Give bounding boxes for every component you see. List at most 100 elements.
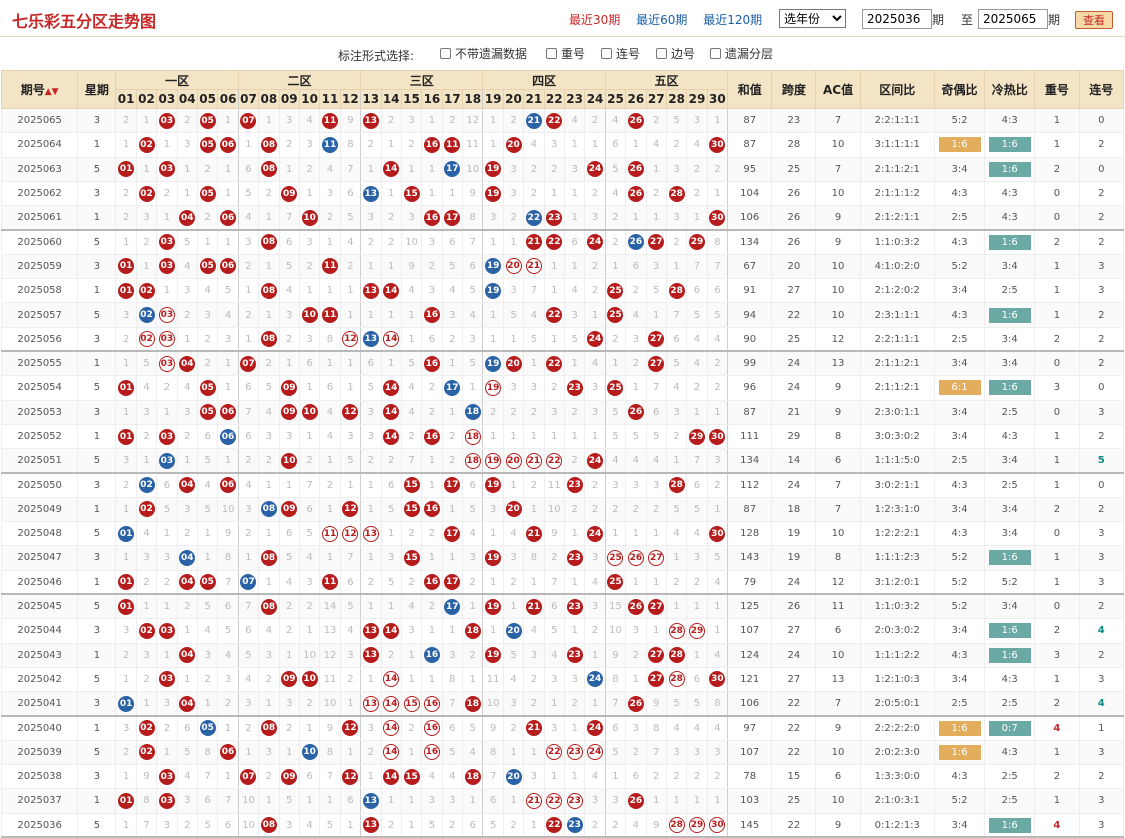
number-ball: 03 <box>158 622 175 639</box>
repeat-cell: 0 <box>1034 521 1080 547</box>
number-ball: 06 <box>220 477 237 494</box>
number-ball: 08 <box>260 817 277 833</box>
miss-cell: 4 <box>584 350 606 377</box>
table-row: 2025039 5 2 02 1 5 8 06 1 3 1 10 8 1 2 14 1 16 5 4 8 1 1 22 23 24… <box>0 739 1124 766</box>
number-ball: 13 <box>362 185 379 202</box>
hit-cell: 19 <box>482 156 504 182</box>
option-consecutive[interactable]: 连号 <box>601 45 640 62</box>
option-no-miss[interactable]: 不带遗漏数据 <box>440 45 527 62</box>
ring-ball: 02 <box>138 331 155 348</box>
miss-cell: 4 <box>258 618 280 644</box>
sort-icon[interactable]: ▲▼ <box>45 87 59 97</box>
sum-cell: 87 <box>727 107 773 134</box>
number-ball: 01 <box>118 792 135 809</box>
miss-cell: 5 <box>523 326 545 353</box>
miss-cell: 6 <box>543 593 565 620</box>
range-from-input[interactable] <box>862 9 932 29</box>
miss-cell: 10 <box>604 618 627 644</box>
miss-cell: 1 <box>461 788 484 814</box>
consecutive-cell: 3 <box>1078 399 1124 425</box>
hit-cell: 16 <box>421 496 443 523</box>
miss-cell: 3 <box>217 326 239 353</box>
miss-cell: 5 <box>502 642 525 668</box>
miss-cell: 2 <box>604 496 627 523</box>
col-issue[interactable]: 期号▲▼ <box>0 70 79 109</box>
miss-cell: 3 <box>115 302 137 328</box>
number-ball: 27 <box>648 331 665 348</box>
sum-cell: 96 <box>727 375 773 401</box>
hotcold-cell: 3:4 <box>984 521 1036 547</box>
checkbox-icon[interactable] <box>710 48 721 59</box>
span-cell: 24 <box>771 472 817 498</box>
number-ball: 05 <box>199 258 216 275</box>
miss-cell: 1 <box>706 593 729 620</box>
number-header: 17 <box>441 89 464 109</box>
hit-cell: 14 <box>380 691 402 717</box>
col-span: 跨度 <box>771 70 817 109</box>
table-row: 2025038 3 1 9 03 4 7 1 07 2 09 6 7 12 1 14 15 4 4 18 7 20 3 1 1 4… <box>0 764 1124 790</box>
miss-cell: 6 <box>339 180 362 207</box>
miss-cell: 3 <box>298 326 321 353</box>
miss-cell: 7 <box>217 569 239 596</box>
sum-cell: 145 <box>727 812 773 838</box>
hit-cell: 06 <box>217 399 239 425</box>
miss-cell: 1 <box>278 156 300 182</box>
miss-cell: 7 <box>298 472 321 498</box>
hit-cell: 30 <box>706 521 729 547</box>
number-ball: 03 <box>158 671 175 688</box>
miss-cell: 1 <box>298 180 321 207</box>
miss-cell: 8 <box>706 229 729 255</box>
number-ball: 23 <box>566 647 583 664</box>
number-ball: 21 <box>525 720 542 737</box>
link-recent-30[interactable]: 最近30期 <box>569 13 620 27</box>
sum-cell: 106 <box>727 205 773 231</box>
hit-cell: 08 <box>258 715 280 741</box>
checkbox-icon[interactable] <box>656 48 667 59</box>
miss-cell: 1 <box>686 642 708 668</box>
miss-cell: 10 <box>237 812 260 838</box>
table-row: 2025058 1 01 02 1 3 4 5 1 08 4 1 1 1 13 14 4 3 4 5 19 3 7 1 4 2 25… <box>0 278 1124 304</box>
hit-cell: 16 <box>421 642 443 668</box>
number-ball: 24 <box>587 161 604 178</box>
hotcold-cell: 1:6 <box>984 618 1036 644</box>
miss-cell: 1 <box>421 618 443 644</box>
ring-ball: 23 <box>566 792 583 809</box>
checkbox-icon[interactable] <box>601 48 612 59</box>
option-edge[interactable]: 边号 <box>656 45 695 62</box>
miss-cell: 5 <box>686 691 708 717</box>
number-ball: 01 <box>118 258 135 275</box>
miss-cell: 2 <box>625 278 647 304</box>
ac-cell: 8 <box>815 545 861 571</box>
miss-cell: 9 <box>319 715 341 741</box>
option-miss-layer[interactable]: 遗漏分层 <box>710 45 773 62</box>
hit-cell: 20 <box>502 253 525 280</box>
consecutive-cell: 3 <box>1078 545 1124 571</box>
miss-cell: 3 <box>686 739 708 766</box>
year-select[interactable]: 选年份 <box>779 9 846 28</box>
range-from-unit: 期 <box>932 13 945 27</box>
miss-cell: 4 <box>686 326 708 353</box>
checkbox-icon[interactable] <box>546 48 557 59</box>
ac-cell: 7 <box>815 691 861 717</box>
number-ball: 11 <box>321 258 338 275</box>
ring-ball: 19 <box>485 452 502 469</box>
ring-ball: 19 <box>485 379 502 396</box>
miss-cell: 1 <box>502 788 525 814</box>
ring-ball: 30 <box>709 817 726 833</box>
number-ball: 12 <box>342 720 359 737</box>
link-recent-60[interactable]: 最近60期 <box>636 13 687 27</box>
query-button[interactable]: 查看 <box>1075 11 1113 29</box>
miss-cell: 2 <box>258 764 280 790</box>
hit-cell: 14 <box>380 326 402 353</box>
hit-cell: 26 <box>625 180 647 207</box>
link-recent-120[interactable]: 最近120期 <box>703 13 762 27</box>
miss-cell: 3 <box>543 666 565 693</box>
miss-cell: 5 <box>176 739 198 766</box>
range-to-input[interactable] <box>978 9 1048 29</box>
miss-cell: 1 <box>563 350 586 377</box>
checkbox-icon[interactable] <box>440 48 451 59</box>
option-repeat[interactable]: 重号 <box>546 45 585 62</box>
sum-cell: 87 <box>727 496 773 523</box>
miss-cell: 2 <box>237 715 260 741</box>
ring-ball: 13 <box>362 525 379 542</box>
